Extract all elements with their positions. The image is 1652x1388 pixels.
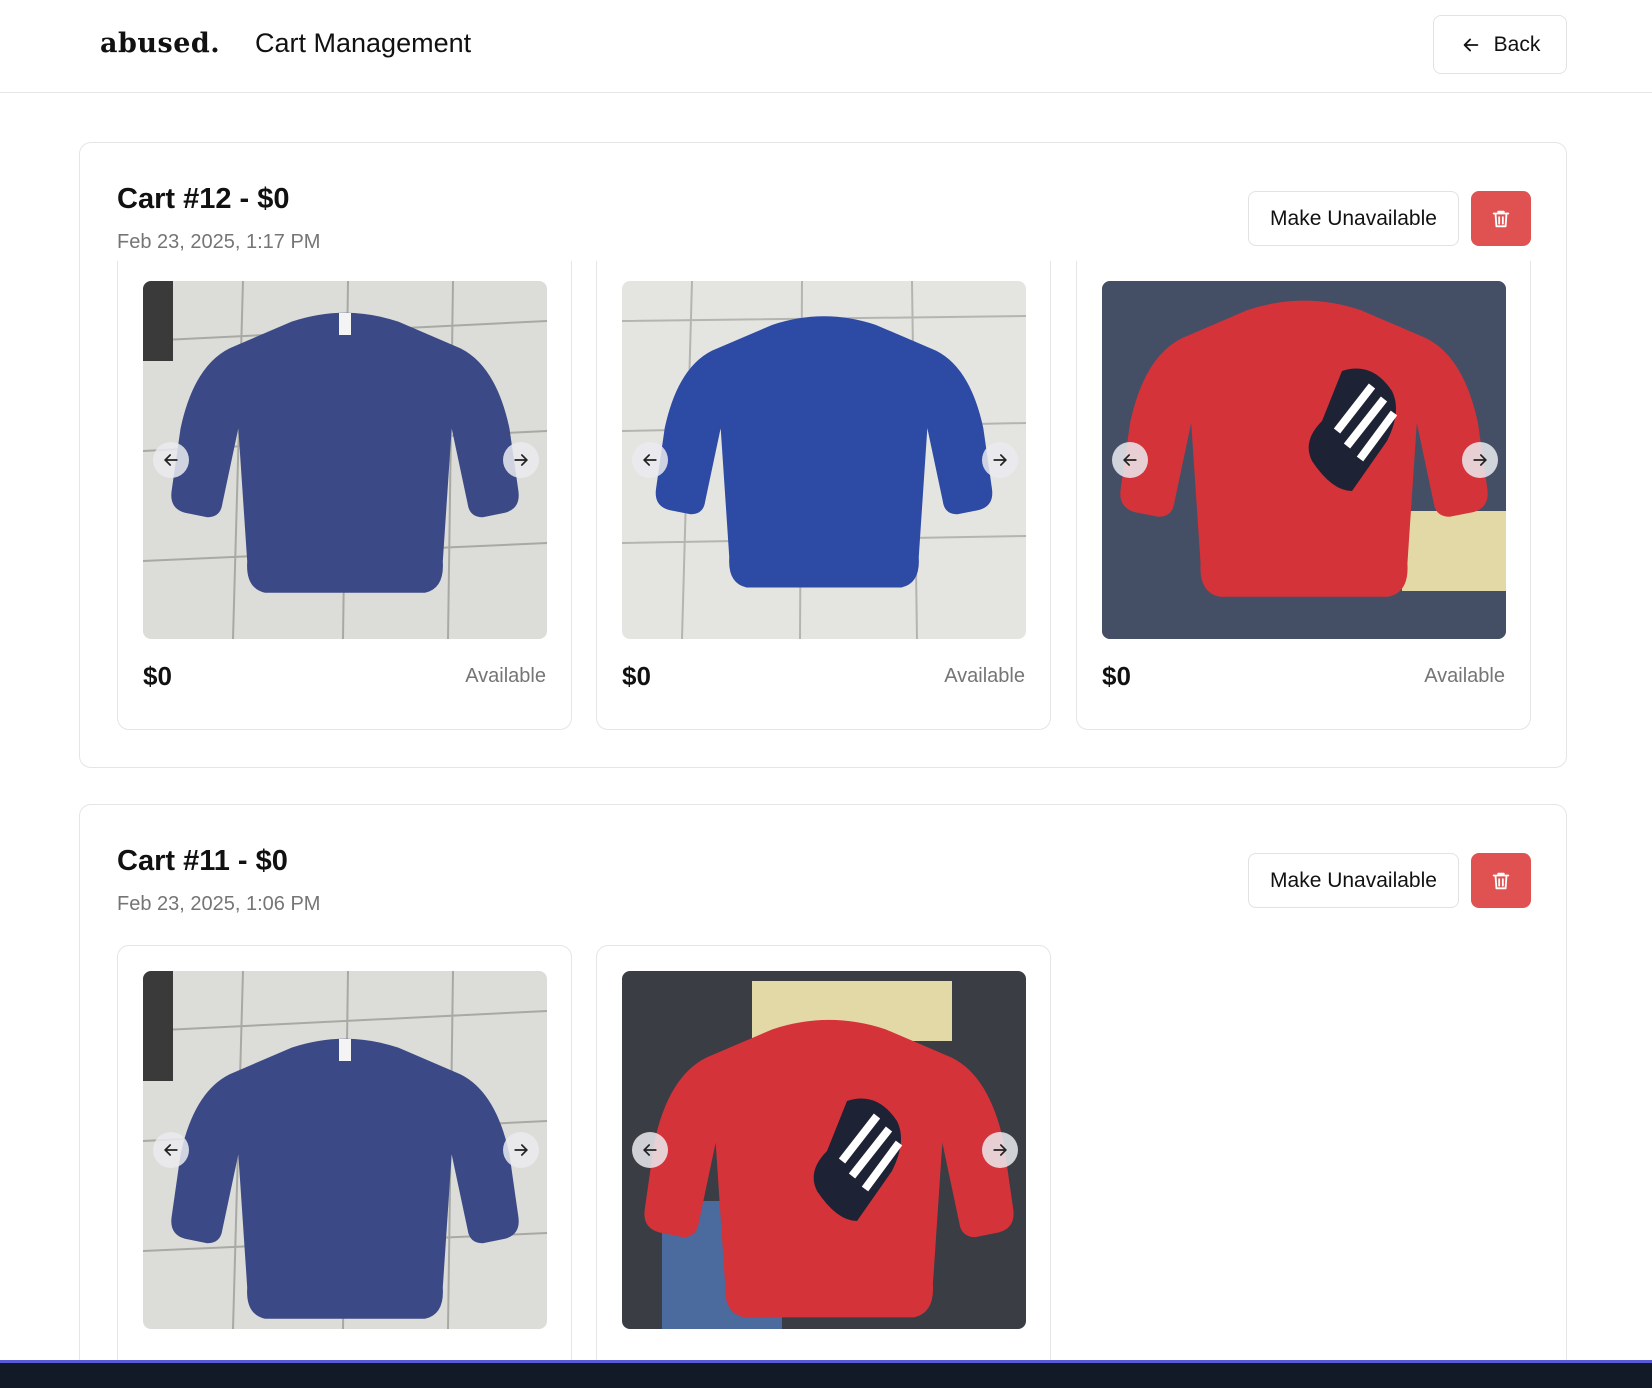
page-title: Cart Management [255, 28, 472, 58]
arrow-left-icon [642, 1144, 657, 1156]
previous-image-button[interactable] [1112, 442, 1148, 478]
cart-date: Feb 23, 2025, 1:17 PM [117, 231, 321, 253]
product-status: Available [465, 665, 546, 687]
next-image-button[interactable] [982, 442, 1018, 478]
navy-sweatshirt-photo [143, 971, 547, 1329]
arrow-right-icon [993, 1144, 1008, 1156]
delete-cart-button[interactable] [1471, 191, 1531, 246]
product-card[interactable]: $0 Available [596, 261, 1051, 730]
previous-image-button[interactable] [632, 442, 668, 478]
arrow-right-icon [1473, 454, 1488, 466]
arrow-left-icon [163, 1144, 178, 1156]
product-price: $0 [1102, 661, 1131, 691]
arrow-left-icon [642, 454, 657, 466]
navy-sweatshirt-photo [143, 281, 547, 639]
top-bar: abused. Cart Management Back [0, 0, 1652, 93]
back-button-label: Back [1493, 32, 1541, 56]
blue-sweatshirt-photo [622, 281, 1026, 639]
previous-image-button[interactable] [153, 442, 189, 478]
cart-title: Cart #12 - $0 [117, 183, 290, 215]
back-button[interactable]: Back [1433, 15, 1567, 74]
product-card[interactable] [117, 945, 572, 1388]
delete-cart-button[interactable] [1471, 853, 1531, 908]
product-card[interactable]: $0 Available [1076, 261, 1531, 730]
cart-items [117, 945, 1531, 1388]
trash-icon [1492, 210, 1510, 227]
product-photo [143, 281, 547, 639]
red-sweatshirt-photo [1102, 281, 1506, 639]
previous-image-button[interactable] [632, 1132, 668, 1168]
brand-logo[interactable]: abused. [100, 28, 220, 59]
arrow-left-icon [163, 454, 178, 466]
product-photo [622, 971, 1026, 1329]
product-status: Available [1424, 665, 1505, 687]
make-unavailable-button[interactable]: Make Unavailable [1248, 853, 1459, 908]
product-price: $0 [622, 661, 651, 691]
product-photo [622, 281, 1026, 639]
arrow-left-icon [1122, 454, 1137, 466]
product-price: $0 [143, 661, 172, 691]
product-photo [143, 971, 547, 1329]
bottom-bar [0, 1360, 1652, 1388]
arrow-right-icon [993, 454, 1008, 466]
make-unavailable-button[interactable]: Make Unavailable [1248, 191, 1459, 246]
product-card[interactable] [596, 945, 1051, 1388]
next-image-button[interactable] [982, 1132, 1018, 1168]
arrow-right-icon [514, 1144, 529, 1156]
cart-title: Cart #11 - $0 [117, 845, 288, 877]
arrow-left-icon [1463, 38, 1478, 51]
red-sweatshirt-photo [622, 971, 1026, 1329]
cart-items: $0 Available $0 Available $0 Available [117, 261, 1531, 741]
previous-image-button[interactable] [153, 1132, 189, 1168]
product-status: Available [944, 665, 1025, 687]
next-image-button[interactable] [1462, 442, 1498, 478]
next-image-button[interactable] [503, 1132, 539, 1168]
trash-icon [1492, 872, 1510, 889]
cart-date: Feb 23, 2025, 1:06 PM [117, 893, 321, 915]
product-photo [1102, 281, 1506, 639]
product-card[interactable]: $0 Available [117, 261, 572, 730]
next-image-button[interactable] [503, 442, 539, 478]
arrow-right-icon [514, 454, 529, 466]
cart-card: Cart #11 - $0 Feb 23, 2025, 1:06 PM Make… [79, 804, 1567, 1388]
cart-card: Cart #12 - $0 Feb 23, 2025, 1:17 PM Make… [79, 142, 1567, 768]
